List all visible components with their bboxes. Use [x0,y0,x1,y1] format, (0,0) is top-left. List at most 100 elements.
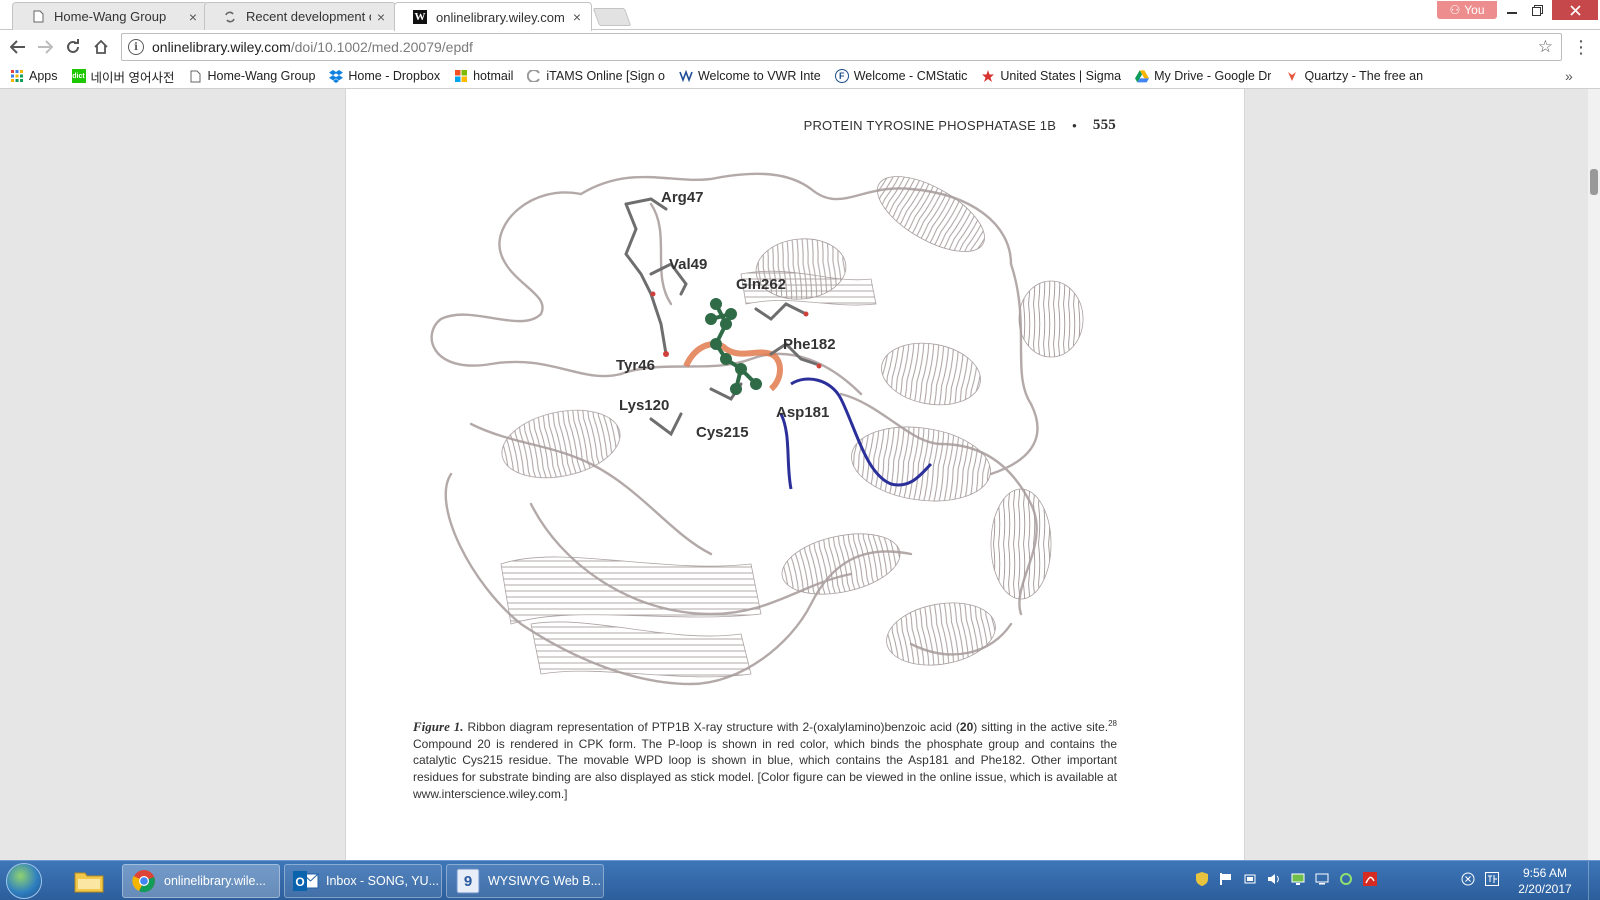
bookmark-cmstatic[interactable]: F Welcome - CMStatic [834,69,968,83]
caption-text-2: ) sitting in the active site. [973,720,1109,734]
outlook-icon: O [293,868,319,894]
svg-text:O: O [295,875,304,889]
security-shield-icon[interactable] [1194,871,1210,887]
bookmarks-overflow-button[interactable]: » [1565,68,1573,84]
bookmarks-bar: Apps dict 네이버 영어사전 Home-Wang Group Home … [0,64,1600,89]
url-host: onlinelibrary.wiley.com [152,39,291,55]
reload-icon[interactable] [61,35,85,59]
bookmark-label: Welcome to VWR Inte [697,69,821,83]
bookmark-dropbox[interactable]: Home - Dropbox [329,69,440,83]
tab-title: onlinelibrary.wiley.com [436,9,565,25]
ribbon-diagram-figure: Arg47 Val49 Gln262 Phe182 Tyr46 Lys120 A… [430,172,1084,686]
bookmark-google-drive[interactable]: My Drive - Google Dr [1135,69,1271,83]
pdf-viewer[interactable]: PROTEIN TYROSINE PHOSPHATASE 1B • 555 Ar… [0,89,1600,860]
bookmark-label: Apps [29,69,58,83]
system-clock[interactable]: 9:56 AM 2/20/2017 [1515,865,1575,897]
figure-caption: Figure 1. Ribbon diagram representation o… [413,716,1117,803]
tab-strip: Home-Wang Group × Recent development of … [0,0,1600,31]
restore-icon[interactable] [1522,0,1552,20]
label-gln262: Gln262 [736,276,786,293]
label-tyr46: Tyr46 [616,357,655,374]
info-icon[interactable]: i [128,39,144,55]
taskbar-outlook-window[interactable]: O Inbox - SONG, YU... [284,864,442,898]
tab-title: Recent development of s [246,9,371,24]
running-head-title: PROTEIN TYROSINE PHOSPHATASE 1B [803,118,1057,133]
windows-taskbar: onlinelibrary.wile... O Inbox - SONG, YU… [0,860,1600,900]
acrobat-icon[interactable] [1362,871,1378,887]
bookmark-home-wang-group[interactable]: Home-Wang Group [188,69,315,83]
bookmark-hotmail[interactable]: hotmail [454,69,513,83]
taskbar-button-label: WYSIWYG Web B... [488,874,601,888]
url-path: /doi/10.1002/med.20079/epdf [290,39,473,55]
wpd-loop-tail [779,413,793,490]
bookmark-apps[interactable]: Apps [10,69,58,83]
heteroatom-marks [650,291,822,369]
scroll-thumb[interactable] [1590,169,1598,195]
start-button-icon[interactable] [6,863,42,899]
home-icon[interactable] [89,35,113,59]
pdf-page: PROTEIN TYROSINE PHOSPHATASE 1B • 555 Ar… [345,89,1245,860]
close-icon[interactable]: × [377,9,385,25]
figure-label: Figure 1. [413,719,464,734]
back-arrow-icon[interactable] [6,35,30,59]
tab-onlinelibrary-wiley[interactable]: W onlinelibrary.wiley.com × [394,2,592,31]
action-center-icon[interactable] [1460,871,1476,887]
bookmark-vwr[interactable]: Welcome to VWR Inte [679,69,821,83]
profile-button[interactable]: ⚇ You [1437,1,1497,19]
google-drive-icon [1135,69,1150,83]
vwr-icon [679,69,693,83]
bookmark-itams[interactable]: iTAMS Online [Sign o [527,69,665,83]
display-icon[interactable] [1314,871,1330,887]
page-icon [31,10,45,24]
quartzy-icon [1285,69,1299,83]
label-cys215: Cys215 [696,424,749,441]
ime-korean-icon[interactable] [1484,871,1500,887]
browser-toolbar: i onlinelibrary.wiley.com/doi/10.1002/me… [0,30,1600,64]
bookmark-label: 네이버 영어사전 [90,70,175,85]
url-text[interactable]: onlinelibrary.wiley.com/doi/10.1002/med.… [152,39,1538,55]
menu-dots-icon[interactable]: ⋮ [1572,37,1590,57]
reference-superscript: 28 [1108,719,1117,728]
naver-dict-icon: dict [71,69,86,83]
bookmark-label: hotmail [473,69,514,83]
power-icon[interactable] [1242,871,1258,887]
itams-icon [527,69,541,83]
network-icon[interactable] [1290,871,1306,887]
taskbar-button-label: Inbox - SONG, YU... [326,874,440,888]
caption-text-3: Compound 20 is rendered in CPK form. The… [413,736,1117,801]
clock-date: 2/20/2017 [1518,882,1572,896]
bookmark-label: Home - Dropbox [348,69,441,83]
address-bar[interactable]: i onlinelibrary.wiley.com/doi/10.1002/me… [121,33,1562,61]
bookmark-naver-dictionary[interactable]: dict 네이버 영어사전 [71,67,175,86]
bookmark-star-icon[interactable]: ☆ [1538,37,1553,57]
vertical-scrollbar[interactable] [1588,89,1600,860]
forward-arrow-icon[interactable] [33,35,57,59]
close-icon[interactable]: × [189,9,197,25]
bookmark-label: My Drive - Google Dr [1154,69,1272,83]
taskbar-wysiwyg-window[interactable]: 9 WYSIWYG Web B... [446,864,604,898]
compound-number: 20 [959,720,974,734]
label-arg47: Arg47 [661,189,704,206]
window-close-icon[interactable] [1552,0,1598,20]
bookmark-quartzy[interactable]: Quartzy - The free an [1285,69,1423,83]
label-lys120: Lys120 [619,397,669,414]
bookmark-label: Welcome - CMStatic [853,69,968,83]
running-head-bullet: • [1072,118,1077,133]
sigma-icon [981,69,995,83]
windows-icon [454,69,468,83]
volume-icon[interactable] [1266,871,1282,887]
cms-icon: F [834,69,849,83]
taskbar-chrome-window[interactable]: onlinelibrary.wile... [122,864,280,898]
bookmark-label: Home-Wang Group [207,69,316,83]
caption-text-1: Ribbon diagram representation of PTP1B X… [467,720,960,734]
close-icon[interactable]: × [573,9,581,25]
profile-icon: ⚇ [1449,3,1461,17]
bookmark-sigma[interactable]: United States | Sigma [981,69,1121,83]
show-desktop-button[interactable] [1588,861,1600,900]
new-tab-button[interactable] [592,8,632,26]
file-explorer-icon[interactable] [64,864,114,898]
flag-icon[interactable] [1218,871,1234,887]
sync-icon[interactable] [1338,871,1354,887]
tab-recent-development[interactable]: Recent development of s × [204,2,396,30]
tab-home-wang-group[interactable]: Home-Wang Group × [12,2,208,30]
